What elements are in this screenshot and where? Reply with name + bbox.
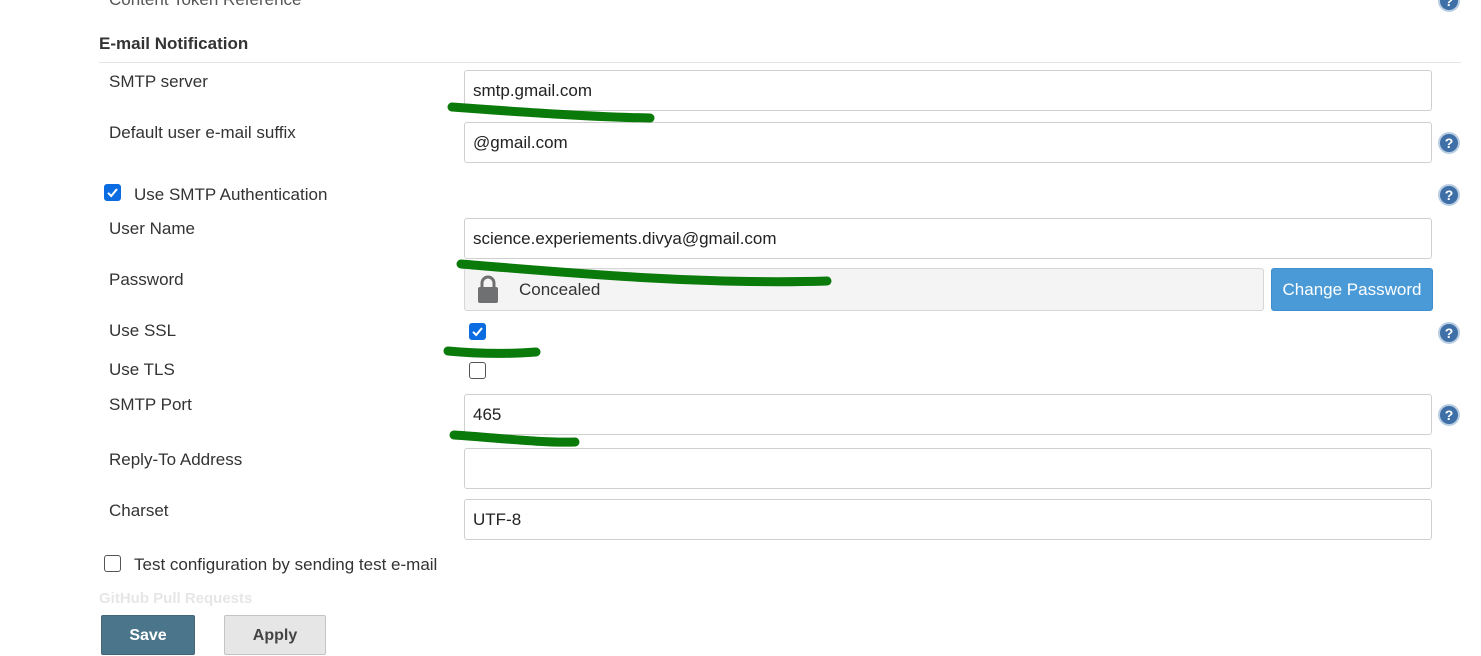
checkmark-icon xyxy=(107,188,118,198)
annotation-stroke-ssl xyxy=(443,346,541,358)
smtp-server-input[interactable]: smtp.gmail.com xyxy=(464,70,1432,111)
help-icon-email-suffix[interactable]: ? xyxy=(1438,132,1460,154)
charset-label: Charset xyxy=(109,501,169,520)
help-icon-smtp-port[interactable]: ? xyxy=(1438,404,1460,426)
use-ssl-label: Use SSL xyxy=(109,321,177,340)
test-config-label: Test configuration by sending test e-mai… xyxy=(134,555,438,574)
next-section-heading: GitHub Pull Requests xyxy=(99,590,253,607)
password-concealed-text: Concealed xyxy=(519,280,601,299)
section-divider xyxy=(99,62,1461,63)
use-tls-checkbox[interactable] xyxy=(469,362,486,379)
smtp-port-label: SMTP Port xyxy=(109,395,192,414)
user-name-label: User Name xyxy=(109,219,195,238)
test-config-checkbox[interactable] xyxy=(104,555,121,572)
content-token-reference-label: Content Token Reference xyxy=(109,0,301,10)
smtp-server-label: SMTP server xyxy=(109,72,208,91)
checkmark-icon xyxy=(472,327,483,337)
help-icon-smtp-auth[interactable]: ? xyxy=(1438,184,1460,206)
use-tls-label: Use TLS xyxy=(109,360,175,379)
lock-icon xyxy=(478,275,498,303)
section-title: E-mail Notification xyxy=(99,34,249,53)
help-icon-ssl[interactable]: ? xyxy=(1438,322,1460,344)
email-suffix-input[interactable]: @gmail.com xyxy=(464,122,1432,163)
annotation-stroke-port xyxy=(449,430,580,447)
user-name-input[interactable]: science.experiements.divya@gmail.com xyxy=(464,218,1432,259)
reply-to-input[interactable] xyxy=(464,448,1432,489)
help-icon[interactable]: ? xyxy=(1438,0,1460,12)
charset-input[interactable]: UTF-8 xyxy=(464,499,1432,540)
save-button[interactable]: Save xyxy=(101,615,195,655)
use-smtp-auth-checkbox[interactable] xyxy=(104,184,121,201)
password-label: Password xyxy=(109,270,184,289)
apply-button[interactable]: Apply xyxy=(224,615,326,655)
change-password-button[interactable]: Change Password xyxy=(1271,268,1433,311)
reply-to-label: Reply-To Address xyxy=(109,450,243,469)
use-smtp-auth-label: Use SMTP Authentication xyxy=(134,185,328,204)
password-concealed-field: Concealed xyxy=(464,268,1264,311)
email-suffix-label: Default user e-mail suffix xyxy=(109,123,296,142)
use-ssl-checkbox[interactable] xyxy=(469,323,486,340)
smtp-port-input[interactable]: 465 xyxy=(464,394,1432,435)
